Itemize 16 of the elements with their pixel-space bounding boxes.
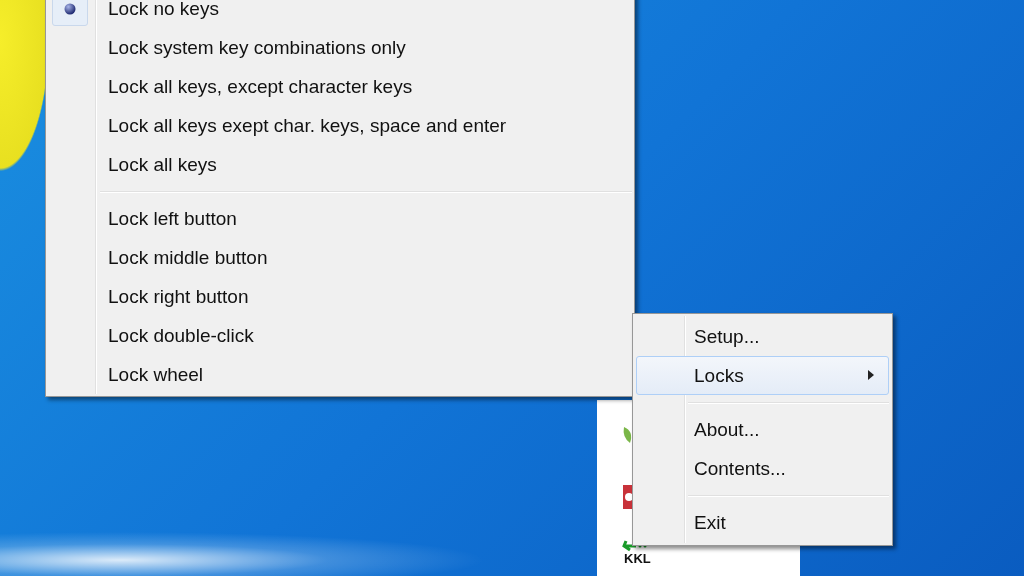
menu-item[interactable]: Lock wheel (48, 355, 632, 394)
menu-item[interactable]: Lock all keys (48, 145, 632, 184)
menu-item[interactable]: Lock double-click (48, 316, 632, 355)
menu-item[interactable]: Locks (636, 356, 889, 395)
menu-item[interactable]: Lock middle button (48, 238, 632, 277)
menu-item[interactable]: About... (636, 410, 889, 449)
menu-item[interactable]: Lock no keys (48, 0, 632, 28)
menu-item[interactable]: Lock left button (48, 199, 632, 238)
menu-item[interactable]: Setup... (636, 317, 889, 356)
menu-item[interactable]: Lock right button (48, 277, 632, 316)
menu-item[interactable]: Contents... (636, 449, 889, 488)
menu-item[interactable]: Lock all keys, except character keys (48, 67, 632, 106)
menu-item[interactable]: Lock all keys exept char. keys, space and enter (48, 106, 632, 145)
tray-icon-label: KKL (624, 552, 651, 566)
menu-item[interactable]: Exit (636, 503, 889, 542)
menu-item[interactable]: Lock system key combinations only (48, 28, 632, 67)
